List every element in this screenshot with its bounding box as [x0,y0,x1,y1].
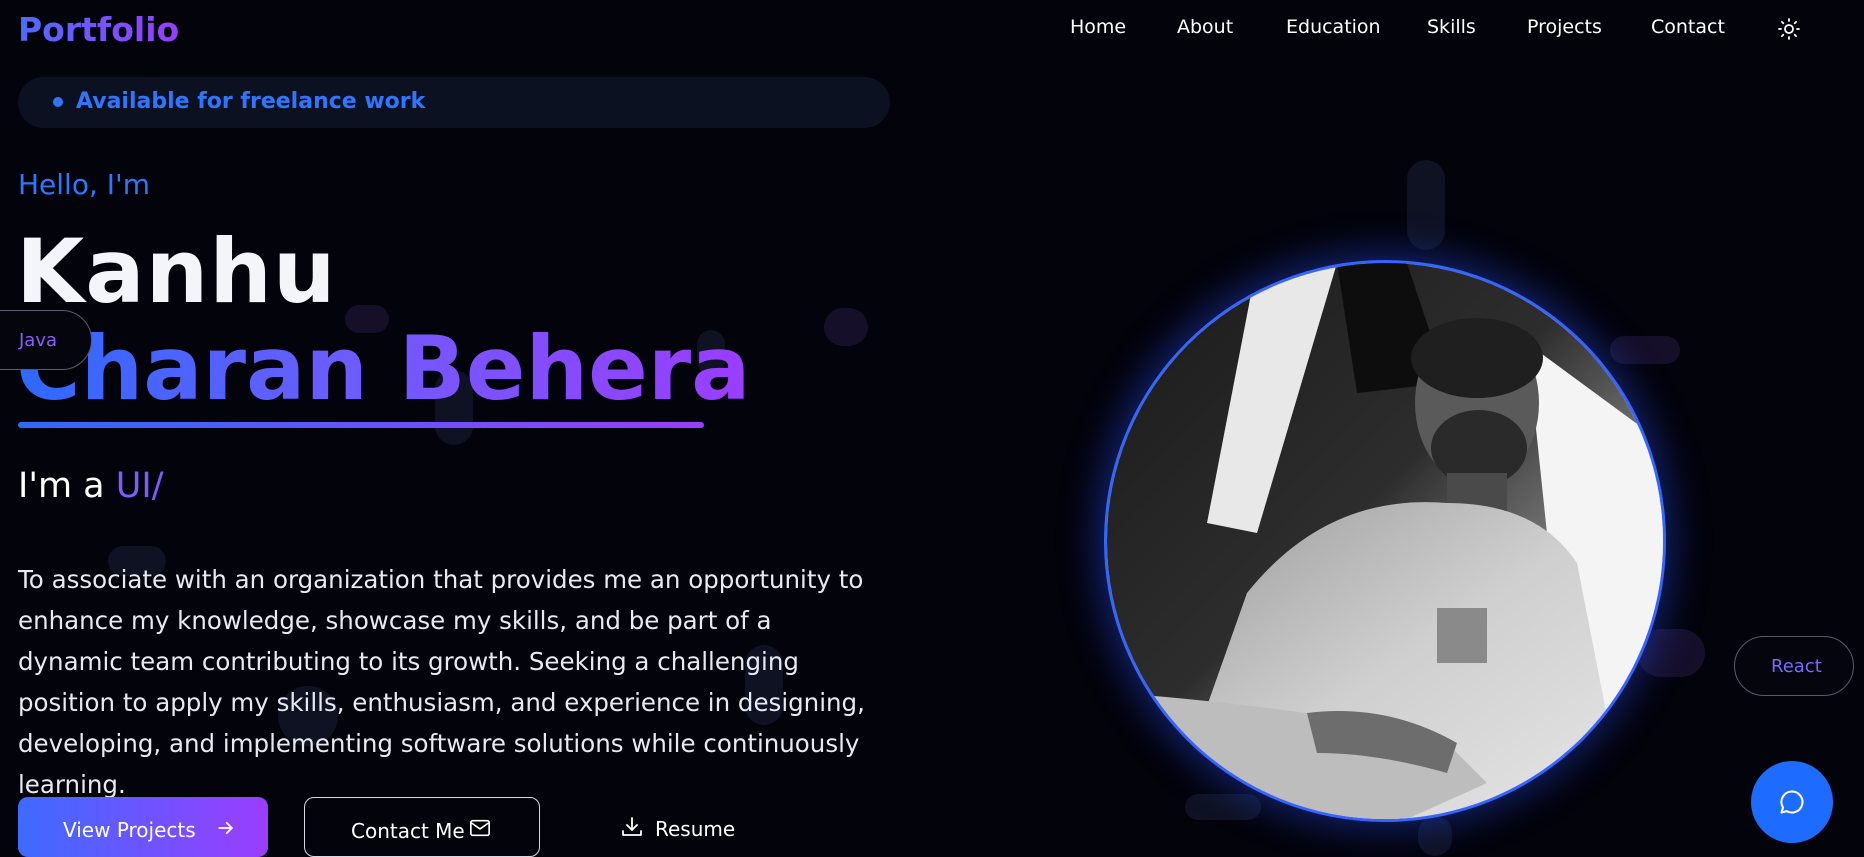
mail-icon [470,819,490,837]
nav-contact[interactable]: Contact [1651,16,1725,38]
availability-badge: Available for freelance work [18,77,890,128]
sun-icon[interactable] [1777,17,1801,41]
greeting: Hello, I'm [18,168,151,201]
hero-description: To associate with an organization that p… [18,565,865,799]
nav-about[interactable]: About [1177,16,1233,38]
bg-blob [1185,794,1261,820]
profile-photo-frame [1104,260,1666,822]
bg-blob [1418,816,1452,856]
bg-blob [1407,160,1445,250]
nav-home[interactable]: Home [1070,16,1126,38]
resume-label: Resume [655,817,736,841]
skill-pill-react: React [1734,636,1854,696]
role-typed: UI/ [115,466,164,506]
role-line: I'm a UI/ [18,466,163,506]
resume-button[interactable]: Resume [620,815,735,843]
contact-me-label: Contact Me [351,819,465,843]
arrow-right-icon [218,822,233,834]
view-projects-button[interactable]: View Projects [18,797,268,857]
profile-photo [1104,260,1666,822]
chat-icon [1780,790,1804,814]
name-first: Kanhu [16,220,337,323]
view-projects-label: View Projects [63,818,196,842]
bg-blob [1610,336,1680,364]
chat-button[interactable] [1751,761,1833,843]
skill-pill-label: React [1771,656,1822,677]
role-prefix: I'm a [18,466,116,506]
name-underline [18,422,704,428]
brand-logo[interactable]: Portfolio [18,10,179,49]
availability-text: Available for freelance work [76,89,426,114]
contact-me-button[interactable]: Contact Me [304,797,540,857]
download-icon [622,817,642,836]
bg-blob [824,308,868,346]
nav-education[interactable]: Education [1286,16,1381,38]
name-rest: Charan Behera [16,317,751,420]
nav-skills[interactable]: Skills [1427,16,1476,38]
profile-photo-illustration [1107,263,1663,819]
skill-pill-java: Java [0,310,92,370]
skill-pill-label: Java [19,330,58,351]
nav-projects[interactable]: Projects [1527,16,1602,38]
badge-dot-icon [53,97,63,107]
